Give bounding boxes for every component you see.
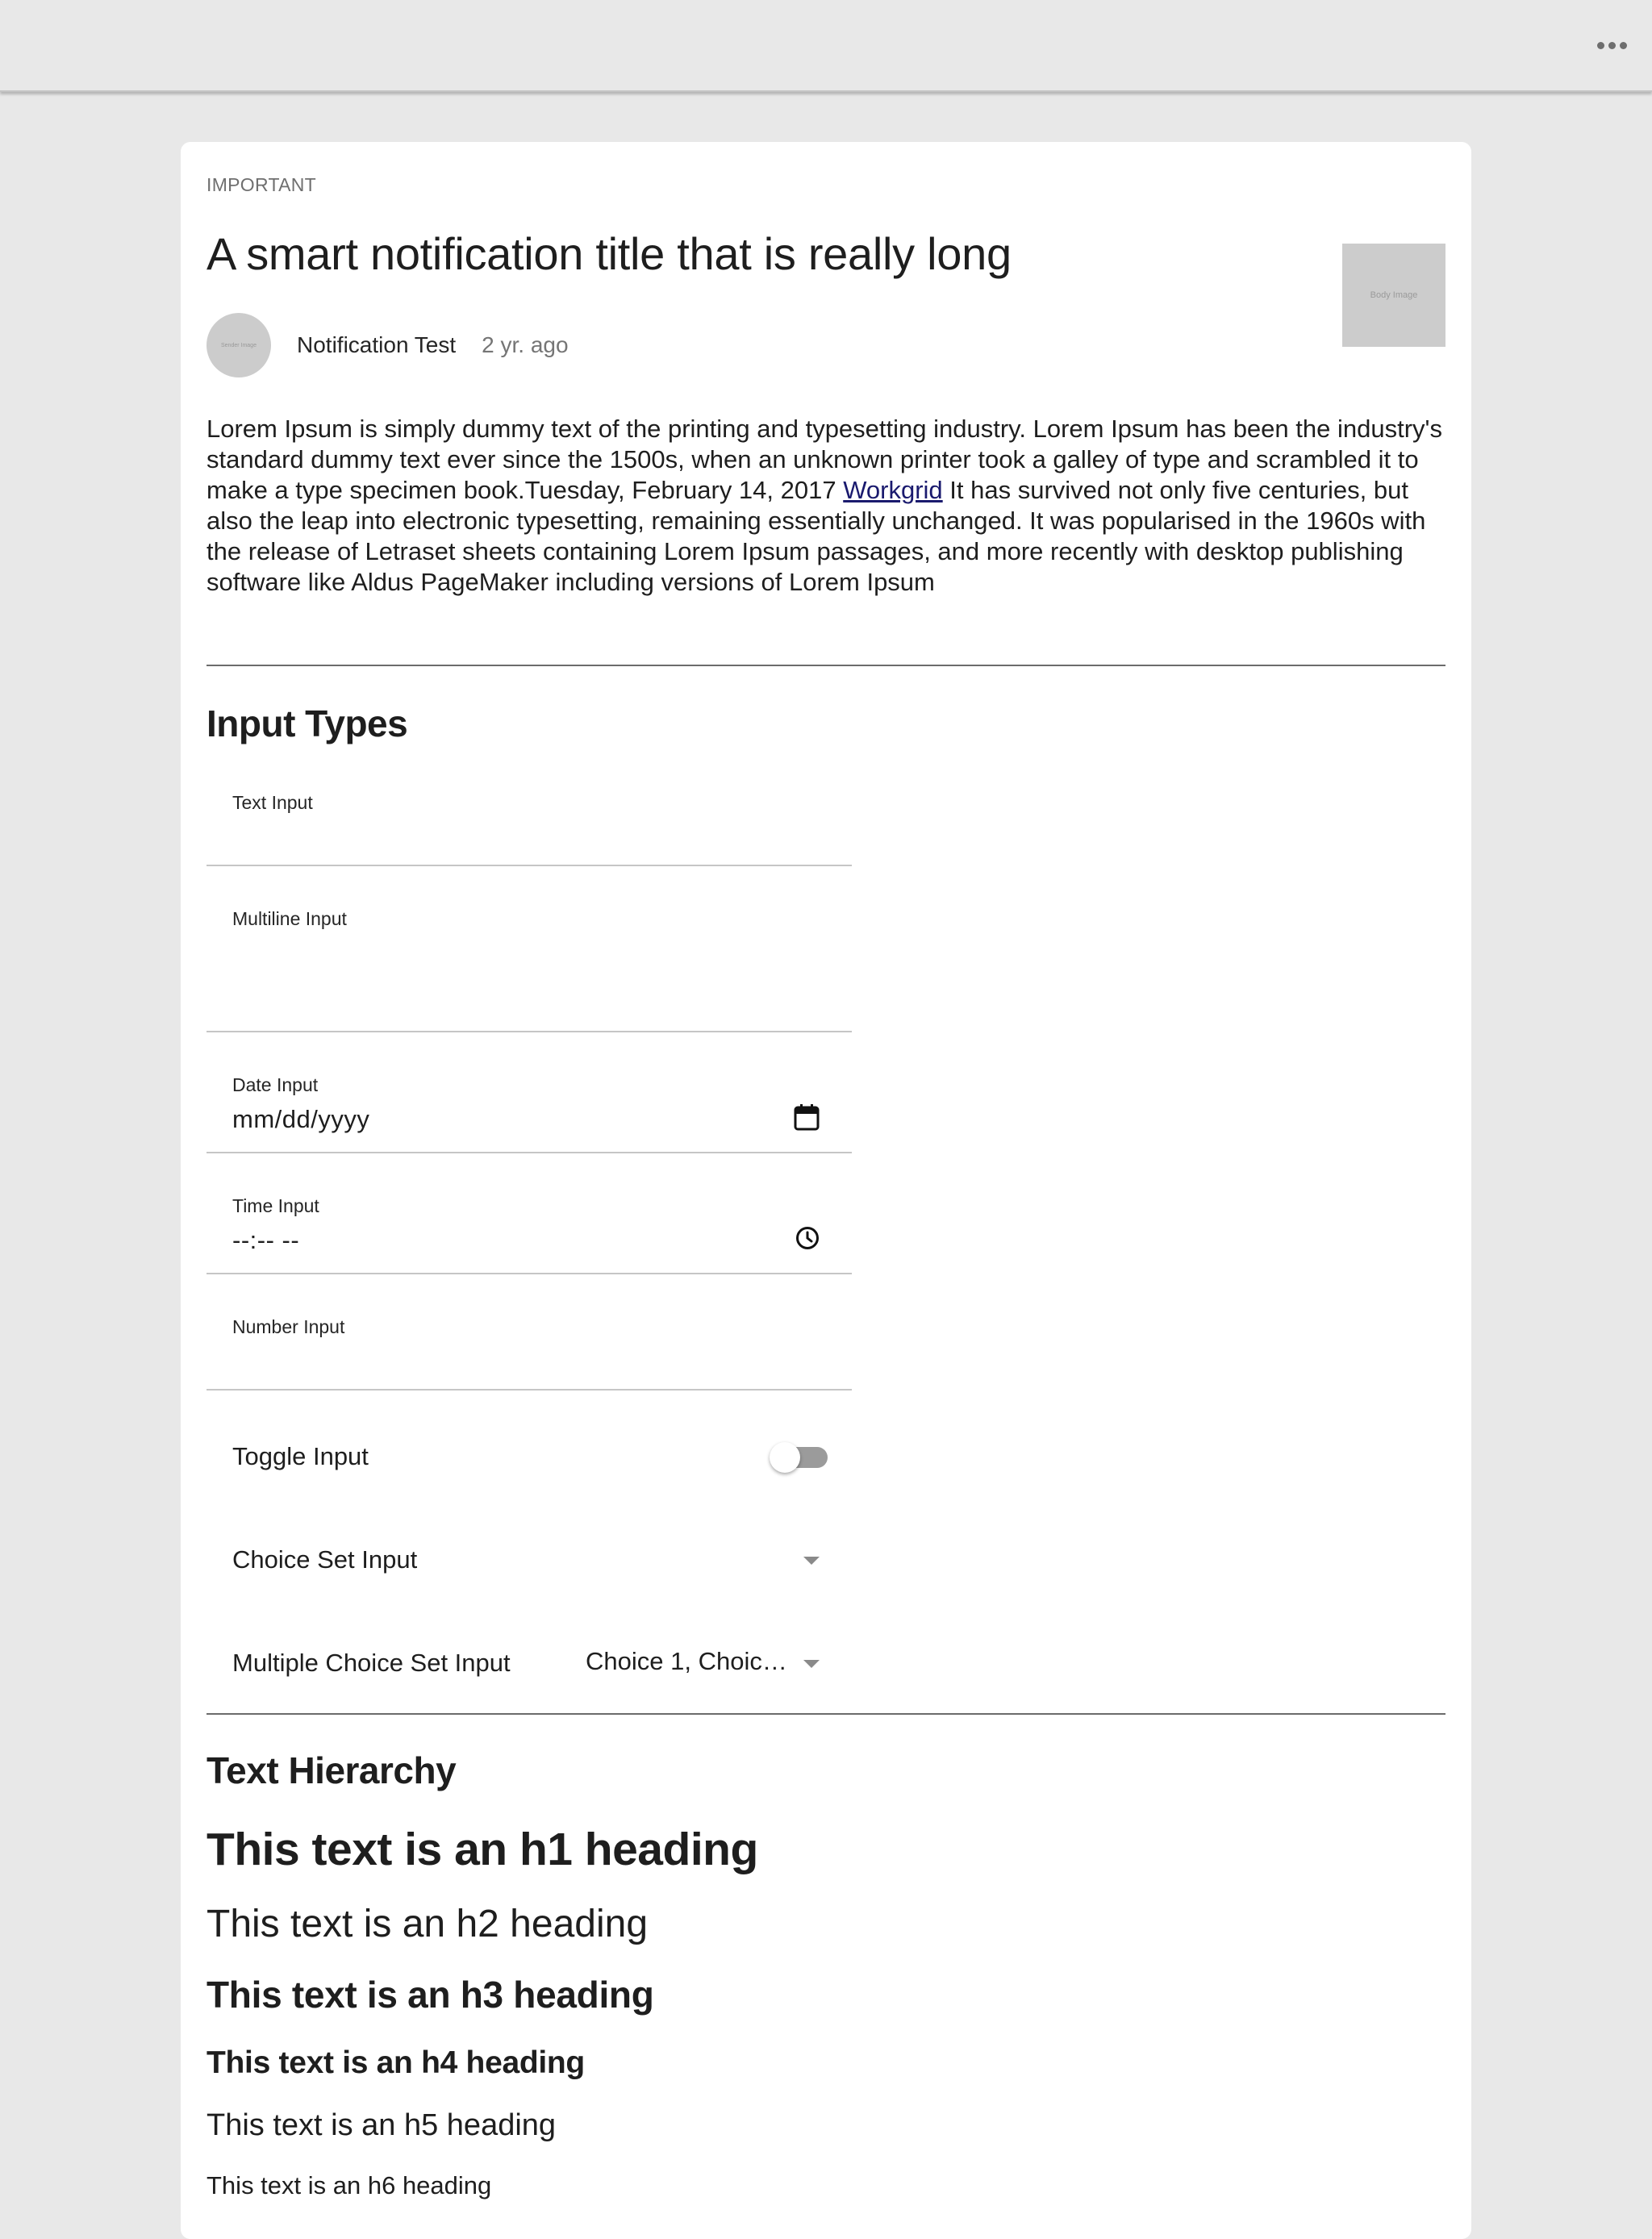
more-horizontal-icon	[1596, 41, 1604, 49]
toggle-input-label: Toggle Input	[232, 1442, 369, 1470]
h6-sample: This text is an h6 heading	[206, 2171, 492, 2199]
time-input-field[interactable]: Time Input --:-- --	[206, 1190, 852, 1274]
calendar-icon[interactable]	[794, 1103, 820, 1135]
multiline-input-label: Multiline Input	[232, 908, 347, 929]
more-dot	[1608, 41, 1616, 49]
input-types-heading: Input Types	[206, 703, 408, 744]
multiple-choice-set-input-label: Multiple Choice Set Input	[232, 1649, 511, 1677]
multiple-choice-set-input[interactable]: Multiple Choice Set Input Choice 1, Choi…	[206, 1631, 852, 1695]
number-input-label: Number Input	[232, 1316, 345, 1337]
choice-set-input-label: Choice Set Input	[232, 1545, 418, 1574]
multiple-choice-selected-value: Choice 1, Choice 2	[586, 1647, 795, 1675]
date-input-label: Date Input	[232, 1074, 319, 1095]
h5-sample: This text is an h5 heading	[206, 2108, 557, 2142]
top-bar	[0, 0, 1652, 92]
sender-name: Notification Test	[297, 332, 457, 357]
clock-icon[interactable]	[795, 1226, 820, 1254]
date-input-field[interactable]: Date Input mm/dd/yyyy	[206, 1069, 852, 1153]
divider	[206, 665, 1446, 666]
priority-label: IMPORTANT	[206, 174, 317, 195]
h1-sample: This text is an h1 heading	[206, 1824, 758, 1875]
notification-title: A smart notification title that is reall…	[206, 228, 1012, 279]
notification-card: IMPORTANT A smart notification title tha…	[181, 142, 1471, 2239]
workgrid-link[interactable]: Workgrid	[843, 476, 942, 504]
h4-sample: This text is an h4 heading	[206, 2045, 585, 2080]
date-input-placeholder: mm/dd/yyyy	[232, 1105, 370, 1133]
chevron-down-icon	[803, 1557, 820, 1565]
sender-avatar: Sender Image	[206, 313, 271, 377]
toggle-switch[interactable]	[770, 1442, 828, 1473]
text-hierarchy-heading: Text Hierarchy	[206, 1749, 457, 1791]
text-input-label: Text Input	[232, 792, 313, 813]
timestamp: 2 yr. ago	[482, 332, 569, 357]
h3-sample: This text is an h3 heading	[206, 1974, 654, 2016]
more-options-button[interactable]	[1587, 29, 1636, 61]
more-dot	[1619, 41, 1627, 49]
h2-sample: This text is an h2 heading	[206, 1903, 649, 1945]
time-input-placeholder: --:-- --	[232, 1226, 300, 1254]
time-input-label: Time Input	[232, 1195, 319, 1216]
notification-body: Lorem Ipsum is simply dummy text of the …	[206, 414, 1446, 598]
sender-row: Sender Image Notification Test 2 yr. ago	[206, 313, 569, 377]
choice-set-input[interactable]: Choice Set Input	[206, 1528, 852, 1592]
multiline-input-field[interactable]: Multiline Input	[206, 903, 852, 1032]
toggle-input-row: Toggle Input	[206, 1424, 852, 1489]
body-image: Body Image	[1342, 244, 1446, 347]
chevron-down-icon	[803, 1660, 820, 1668]
divider	[206, 1713, 1446, 1715]
number-input-field[interactable]: Number Input	[206, 1311, 852, 1391]
toggle-thumb	[770, 1442, 800, 1473]
text-input-field[interactable]: Text Input	[206, 787, 852, 866]
